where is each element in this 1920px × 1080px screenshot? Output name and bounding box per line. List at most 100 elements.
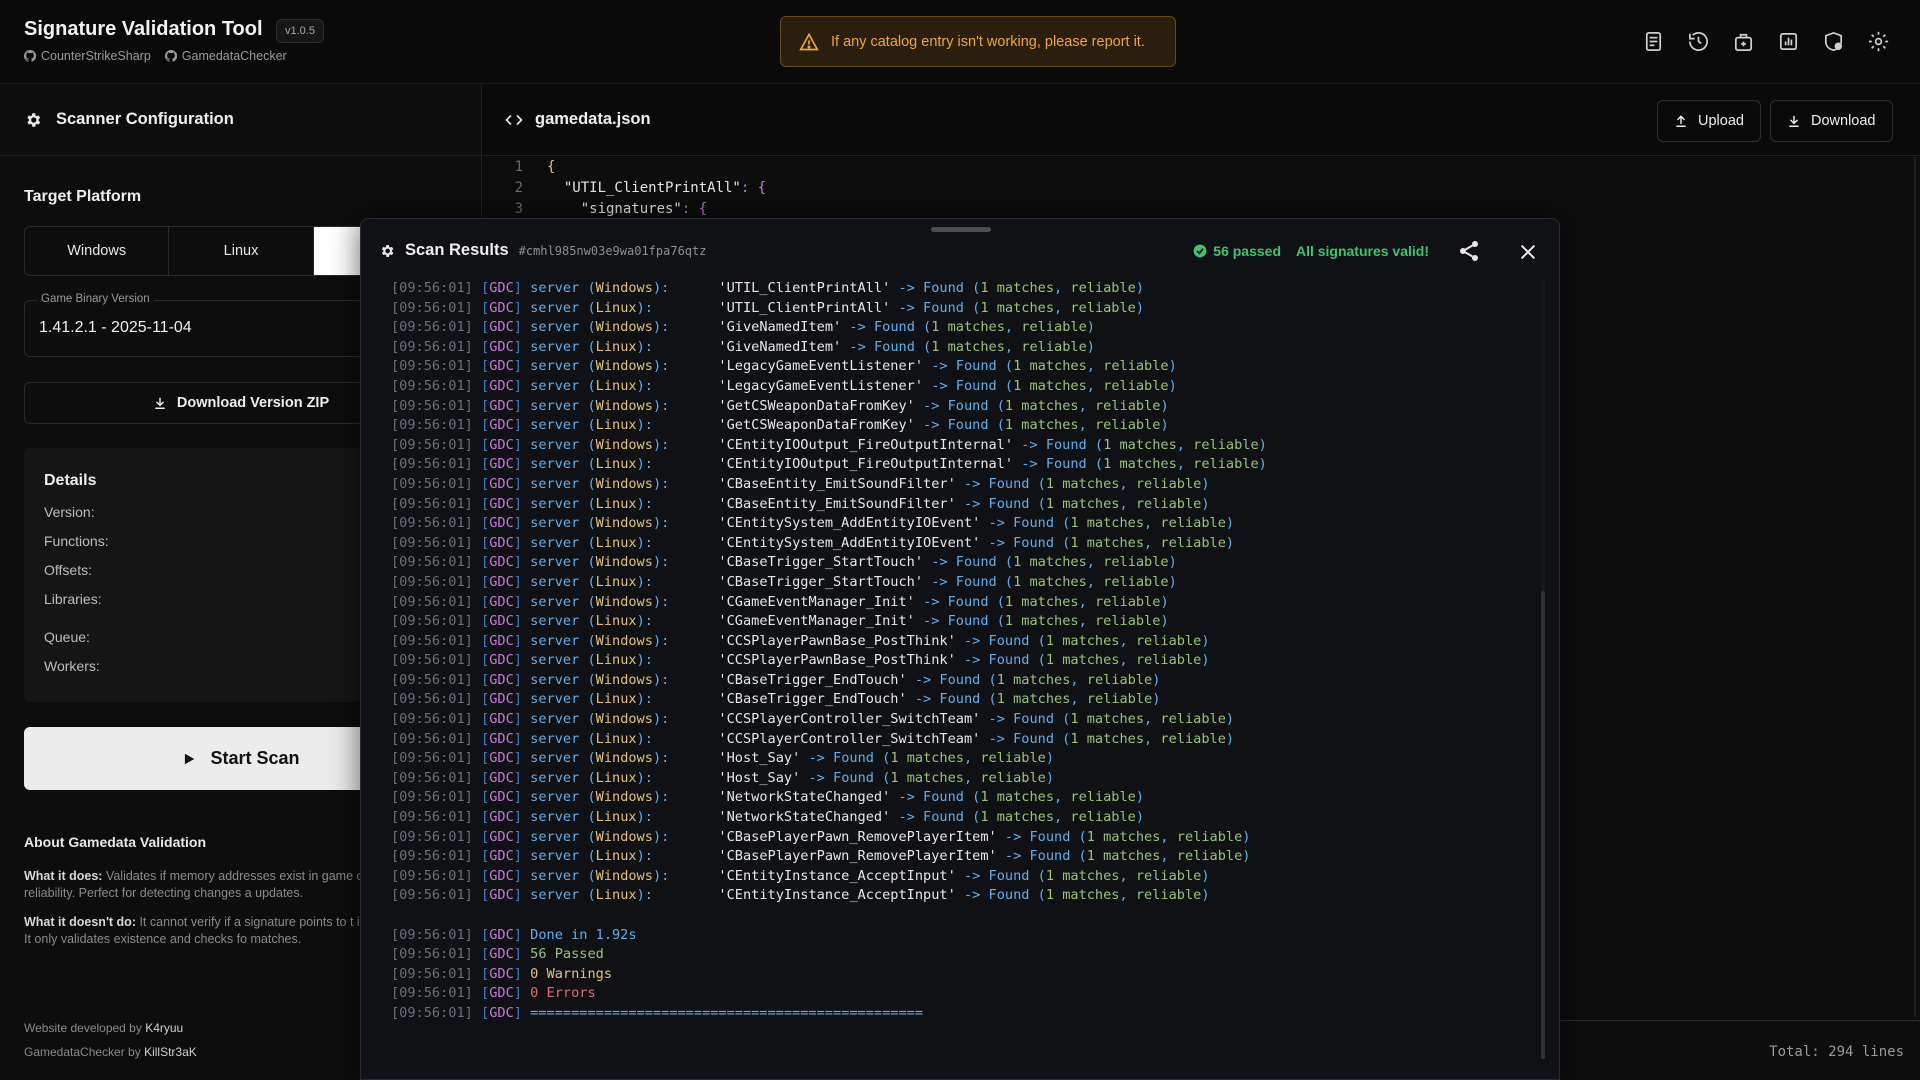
log-tag: GDC xyxy=(489,887,514,904)
log-quote: ' xyxy=(669,711,727,728)
log-arrow: -> xyxy=(955,887,989,904)
log-bracket: [ xyxy=(481,475,490,492)
tab-windows[interactable]: Windows xyxy=(25,227,170,275)
log-space xyxy=(473,887,481,903)
log-space xyxy=(473,731,481,747)
log-status: Found xyxy=(1013,515,1054,532)
credit-prefix: GamedataChecker by xyxy=(24,1045,145,1059)
log-tag: GDC xyxy=(489,671,514,688)
log-time: [09:56:01] xyxy=(391,887,473,904)
log-quote: ' xyxy=(669,554,727,571)
log-comma: , xyxy=(1086,377,1104,394)
log-module: server xyxy=(530,828,588,845)
close-icon[interactable] xyxy=(1517,241,1539,263)
log-comma: , xyxy=(1119,652,1136,669)
log-status: Found xyxy=(947,613,989,630)
scan-log[interactable]: [09:56:01] [GDC] server (Windows): 'UTIL… xyxy=(391,279,1521,1049)
log-status: Found xyxy=(988,475,1030,492)
log-quote: ' xyxy=(947,495,956,512)
log-space xyxy=(473,300,481,316)
history-icon[interactable] xyxy=(1687,30,1710,53)
log-arrow: -> xyxy=(923,358,956,375)
log-status: Found xyxy=(1013,711,1054,728)
log-matches: 1 matches xyxy=(1004,417,1079,434)
log-platform: Windows xyxy=(595,436,653,453)
docs-icon[interactable] xyxy=(1642,30,1665,53)
log-reliable: reliable xyxy=(1135,475,1202,492)
editor-scrollbar[interactable] xyxy=(1914,157,1916,1017)
log-status: Found xyxy=(947,593,989,610)
log-paren: ( xyxy=(587,632,596,649)
log-quote: ' xyxy=(669,789,727,806)
log-tag: GDC xyxy=(489,358,514,375)
log-reliable: reliable xyxy=(1070,299,1136,316)
log-bracket: ] xyxy=(513,377,531,394)
log-comma: , xyxy=(1078,417,1095,434)
log-comma: , xyxy=(1119,632,1136,649)
log-bracket: [ xyxy=(481,828,490,845)
credit-author-link[interactable]: K4ryuu xyxy=(145,1021,183,1035)
log-status: Found xyxy=(939,671,981,688)
log-quote: ' xyxy=(652,613,727,630)
log-arrow: -> xyxy=(955,495,989,512)
log-function: Host_Say xyxy=(726,769,793,786)
log-paren: ) xyxy=(1242,848,1251,865)
log-platform: Linux xyxy=(595,769,637,786)
log-status: Found xyxy=(1045,436,1087,453)
log-bracket: [ xyxy=(481,456,490,473)
log-reliable: reliable xyxy=(1193,436,1259,453)
log-function: CGameEventManager_Init xyxy=(726,593,907,610)
log-matches: 1 matches xyxy=(1070,730,1145,747)
log-reliable: reliable xyxy=(1086,691,1153,708)
tab-linux[interactable]: Linux xyxy=(169,227,314,275)
log-tag: GDC xyxy=(489,475,514,492)
log-paren: ) xyxy=(1160,593,1169,610)
log-paren: ): xyxy=(636,769,653,786)
log-tag: GDC xyxy=(489,573,514,590)
log-paren: ( xyxy=(1029,475,1046,492)
upload-button[interactable]: Upload xyxy=(1657,100,1761,142)
log-quote: ' xyxy=(652,456,727,473)
log-bracket: ] xyxy=(513,1004,531,1021)
log-reliable: reliable xyxy=(1094,593,1161,610)
log-time: [09:56:01] xyxy=(391,573,473,590)
log-bracket: ] xyxy=(513,867,531,884)
log-scrollbar[interactable] xyxy=(1541,279,1545,1059)
settings-icon[interactable] xyxy=(1867,30,1890,53)
log-quote: ' xyxy=(906,397,915,414)
log-space xyxy=(473,750,481,766)
log-platform: Windows xyxy=(595,867,653,884)
log-space xyxy=(473,515,481,531)
log-reliable: reliable xyxy=(1193,456,1259,473)
log-reliable: reliable xyxy=(1070,809,1136,826)
shield-icon[interactable] xyxy=(1822,30,1845,53)
log-summary-text: 0 Warnings xyxy=(530,965,612,982)
log-quote: ' xyxy=(1004,436,1014,453)
log-time: [09:56:01] xyxy=(391,495,473,512)
log-quote: ' xyxy=(898,671,907,688)
log-blank xyxy=(391,906,1521,926)
credit-author-link[interactable]: KillStr3aK xyxy=(144,1045,197,1059)
log-paren: ( xyxy=(1029,867,1046,884)
share-icon[interactable] xyxy=(1457,239,1481,263)
stats-icon[interactable] xyxy=(1777,30,1800,53)
log-time: [09:56:01] xyxy=(391,475,473,492)
log-bracket: ] xyxy=(513,828,531,845)
log-platform: Linux xyxy=(595,809,637,826)
log-function: CBaseTrigger_StartTouch xyxy=(726,573,915,590)
package-icon[interactable] xyxy=(1732,30,1755,53)
repo-link-gamedatachecker[interactable]: GamedataChecker xyxy=(164,49,287,63)
log-platform: Linux xyxy=(595,652,637,669)
download-button[interactable]: Download xyxy=(1770,100,1893,142)
drag-handle[interactable] xyxy=(931,227,991,232)
log-comma: , xyxy=(1086,554,1104,571)
log-scroll-thumb[interactable] xyxy=(1541,591,1545,1059)
log-paren: ( xyxy=(914,319,932,336)
log-tag: GDC xyxy=(489,515,514,532)
scan-results-dialog: Scan Results #cmhl985nw03e9wa01fpa76qtz … xyxy=(360,218,1560,1080)
log-space xyxy=(473,633,481,649)
repo-link-counterstrikesharp[interactable]: CounterStrikeSharp xyxy=(24,49,151,63)
log-paren: ): xyxy=(652,515,670,532)
log-bracket: ] xyxy=(513,809,531,826)
log-comma: , xyxy=(1119,867,1136,884)
